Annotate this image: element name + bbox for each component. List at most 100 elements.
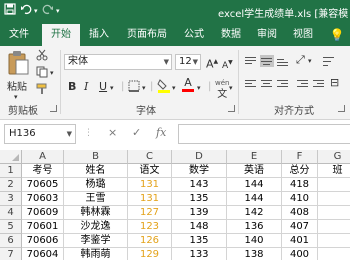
formula-input[interactable] — [178, 124, 350, 144]
customize-toolbar-icon[interactable]: ▾ — [56, 3, 60, 19]
row-header-1[interactable]: 1 — [0, 164, 22, 178]
row-header-6[interactable]: 6 — [0, 234, 22, 248]
tab-file[interactable]: 文件 — [0, 24, 38, 46]
tab-formulas[interactable]: 公式 — [176, 24, 212, 46]
cell-f6[interactable]: 401 — [282, 234, 318, 248]
orientation-icon[interactable]: ⤢ — [296, 53, 305, 67]
cell-e2[interactable]: 144 — [227, 178, 282, 192]
cell-f3[interactable]: 410 — [282, 192, 318, 206]
underline-dropdown-icon[interactable]: ▾ — [110, 81, 114, 95]
cell-c4[interactable]: 127 — [128, 206, 172, 220]
cell-e3[interactable]: 144 — [227, 192, 282, 206]
tab-view[interactable]: 视图 — [286, 24, 320, 46]
italic-button[interactable]: I — [84, 80, 88, 94]
row-header-3[interactable]: 3 — [0, 192, 22, 206]
font-color-dropdown-icon[interactable]: ▾ — [197, 81, 201, 95]
cell-b3[interactable]: 王雪 — [64, 192, 128, 206]
align-bottom-button[interactable] — [276, 55, 290, 67]
bold-button[interactable]: B — [68, 80, 76, 94]
clipboard-launcher-icon[interactable] — [50, 105, 57, 112]
cell-g1[interactable]: 班 — [318, 164, 350, 178]
undo-icon[interactable] — [20, 3, 32, 19]
borders-icon[interactable] — [128, 80, 140, 97]
column-header-d[interactable]: D — [172, 150, 227, 164]
font-launcher-icon[interactable] — [228, 105, 235, 112]
cell-e4[interactable]: 142 — [227, 206, 282, 220]
cell-g2[interactable] — [318, 178, 350, 192]
decrease-indent-icon[interactable] — [296, 78, 310, 90]
cell-c7[interactable]: 129 — [128, 248, 172, 260]
underline-button[interactable]: U — [99, 80, 107, 94]
cell-f1[interactable]: 总分 — [282, 164, 318, 178]
cell-b2[interactable]: 杨璐 — [64, 178, 128, 192]
orientation-dropdown-icon[interactable]: ▾ — [308, 54, 312, 68]
font-color-button[interactable]: A — [182, 77, 194, 92]
column-header-f[interactable]: F — [282, 150, 318, 164]
tab-page-layout[interactable]: 页面布局 — [118, 24, 176, 46]
cell-d7[interactable]: 133 — [172, 248, 227, 260]
cell-c3[interactable]: 131 — [128, 192, 172, 206]
cell-a4[interactable]: 70609 — [22, 206, 64, 220]
cell-a3[interactable]: 70603 — [22, 192, 64, 206]
cell-f2[interactable]: 418 — [282, 178, 318, 192]
format-painter-icon[interactable] — [36, 83, 48, 100]
drag-handle-icon[interactable]: ⋮ — [84, 128, 93, 138]
cell-g7[interactable] — [318, 248, 350, 260]
font-name-select[interactable]: 宋体 ▼ — [64, 54, 172, 70]
cell-d5[interactable]: 148 — [172, 220, 227, 234]
column-header-c[interactable]: C — [128, 150, 172, 164]
cancel-icon[interactable]: × — [108, 126, 117, 139]
redo-icon[interactable] — [42, 3, 54, 19]
copy-dropdown-icon[interactable]: ▾ — [50, 66, 54, 80]
column-header-b[interactable]: B — [64, 150, 128, 164]
cell-a1[interactable]: 考号 — [22, 164, 64, 178]
tab-review[interactable]: 审阅 — [250, 24, 284, 46]
cut-icon[interactable] — [36, 49, 48, 66]
cell-f5[interactable]: 407 — [282, 220, 318, 234]
cell-e7[interactable]: 138 — [227, 248, 282, 260]
copy-icon[interactable] — [36, 66, 48, 83]
cell-a5[interactable]: 70601 — [22, 220, 64, 234]
tab-home[interactable]: 开始 — [42, 24, 80, 46]
row-header-4[interactable]: 4 — [0, 206, 22, 220]
align-right-button[interactable] — [276, 78, 290, 90]
cell-b5[interactable]: 沙龙逸 — [64, 220, 128, 234]
align-top-button[interactable] — [244, 55, 258, 67]
cell-c1[interactable]: 语文 — [128, 164, 172, 178]
wrap-text-icon[interactable] — [322, 55, 336, 67]
align-left-button[interactable] — [244, 78, 258, 90]
tab-insert[interactable]: 插入 — [82, 24, 116, 46]
undo-dropdown-icon[interactable]: ▾ — [34, 3, 38, 19]
cell-f4[interactable]: 408 — [282, 206, 318, 220]
cell-b1[interactable]: 姓名 — [64, 164, 128, 178]
row-header-2[interactable]: 2 — [0, 178, 22, 192]
column-header-e[interactable]: E — [227, 150, 282, 164]
alignment-launcher-icon[interactable] — [338, 105, 345, 112]
save-icon[interactable] — [4, 3, 16, 19]
cell-f7[interactable]: 400 — [282, 248, 318, 260]
cell-c2[interactable]: 131 — [128, 178, 172, 192]
cell-e5[interactable]: 136 — [227, 220, 282, 234]
cell-g5[interactable] — [318, 220, 350, 234]
phonetic-guide-button[interactable]: wén 文 — [215, 76, 229, 100]
shrink-font-button[interactable]: A▼ — [222, 56, 233, 73]
paste-button[interactable]: 粘贴 — [4, 50, 32, 94]
row-header-5[interactable]: 5 — [0, 220, 22, 234]
cell-b6[interactable]: 李鉴学 — [64, 234, 128, 248]
cell-d3[interactable]: 135 — [172, 192, 227, 206]
phonetic-dropdown-icon[interactable]: ▾ — [229, 81, 233, 95]
select-all-button[interactable] — [0, 150, 22, 164]
cell-g3[interactable] — [318, 192, 350, 206]
cell-d1[interactable]: 数学 — [172, 164, 227, 178]
borders-dropdown-icon[interactable]: ▾ — [142, 81, 146, 95]
fill-color-icon[interactable] — [157, 78, 171, 98]
fill-color-dropdown-icon[interactable]: ▾ — [172, 81, 176, 95]
align-center-button[interactable] — [260, 78, 274, 90]
align-middle-button[interactable] — [260, 55, 274, 67]
insert-function-icon[interactable]: fx — [156, 126, 166, 139]
row-header-7[interactable]: 7 — [0, 248, 22, 260]
cell-g4[interactable] — [318, 206, 350, 220]
cell-d4[interactable]: 139 — [172, 206, 227, 220]
cell-c5[interactable]: 123 — [128, 220, 172, 234]
cell-d6[interactable]: 135 — [172, 234, 227, 248]
